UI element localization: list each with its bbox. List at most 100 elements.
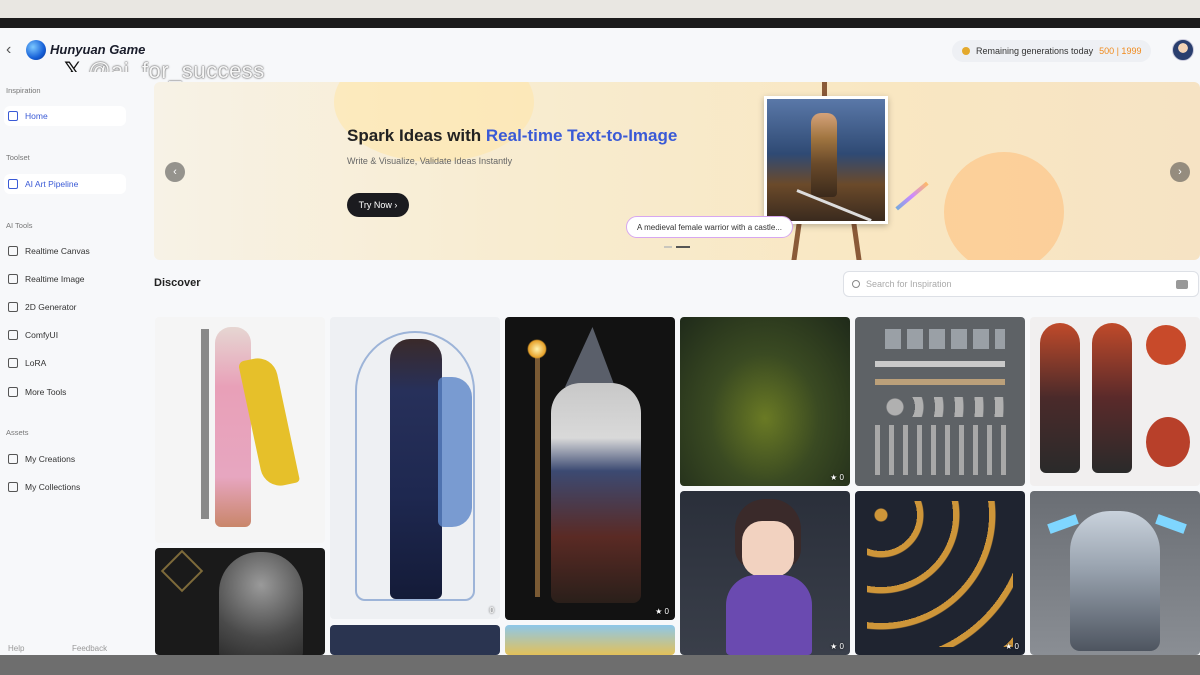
like-count-value: 0 <box>1014 642 1019 651</box>
gallery-card-building[interactable] <box>330 625 500 655</box>
sword-shape <box>201 329 209 519</box>
camera-icon[interactable] <box>1176 280 1188 289</box>
sidebar-item-more-tools[interactable]: More Tools <box>4 382 126 402</box>
like-count-value: 0 <box>489 606 494 615</box>
sidebar-item-label: LoRA <box>25 358 47 368</box>
wizard-hat <box>565 327 615 387</box>
character-head <box>1146 417 1190 467</box>
crystal-shape <box>1155 514 1187 534</box>
gallery-card-forest[interactable]: ★ 0 <box>680 317 850 486</box>
easel-leg <box>851 221 862 260</box>
sidebar-item-label: ComfyUI <box>25 330 59 340</box>
gallery-card-dark-knight[interactable]: 0 <box>330 317 500 619</box>
avatar[interactable] <box>1172 39 1194 61</box>
carousel-dot-active[interactable] <box>676 246 690 248</box>
sidebar: Inspiration Home Toolset AI Art Pipeline… <box>0 72 148 655</box>
sidebar-item-realtime-canvas[interactable]: Realtime Canvas <box>4 241 126 261</box>
carousel-next-button[interactable]: › <box>1170 162 1190 182</box>
app-window: ‹ Hunyuan Game 𝕏@ai_for_success Remainin… <box>0 28 1200 655</box>
gallery-card-fox-girl[interactable] <box>1030 317 1200 486</box>
generations-counter: Remaining generations today 500 | 1999 <box>952 40 1152 62</box>
banner-decoration <box>944 152 1064 260</box>
warrior-artwork <box>767 99 885 222</box>
sidebar-item-label: My Collections <box>25 482 81 492</box>
header: ‹ Hunyuan Game 𝕏@ai_for_success Remainin… <box>0 28 1200 84</box>
section-label-ai-tools: AI Tools <box>6 221 33 230</box>
video-top-border <box>0 18 1200 28</box>
weapon-shape <box>875 361 1005 367</box>
golem-figure <box>1070 511 1160 651</box>
emblem-shape <box>160 549 204 593</box>
stone-blocks <box>885 329 1005 349</box>
sidebar-item-label: Realtime Image <box>25 274 85 284</box>
section-label-inspiration: Inspiration <box>6 86 41 95</box>
knight-helmet <box>219 552 303 655</box>
carousel-prev-button[interactable]: ‹ <box>165 162 185 182</box>
sidebar-item-comfyui[interactable]: ComfyUI <box>4 325 126 345</box>
section-label-assets: Assets <box>6 428 29 437</box>
hero-banner: ‹ Spark Ideas with Real-time Text-to-Ima… <box>154 82 1200 260</box>
like-count: ★ 0 <box>655 607 669 616</box>
carousel-dot[interactable] <box>664 246 672 248</box>
video-bottom-border <box>0 655 1200 675</box>
like-count: ★ 0 <box>830 473 844 482</box>
like-count: ★ 0 <box>830 642 844 651</box>
sidebar-item-label: Home <box>25 111 48 121</box>
sidebar-item-2d-generator[interactable]: 2D Generator <box>4 297 126 317</box>
like-count: ★ 0 <box>1005 642 1019 651</box>
gallery-card-palace[interactable] <box>505 625 675 655</box>
sidebar-item-lora[interactable]: LoRA <box>4 353 126 373</box>
shield-icons <box>885 397 1005 417</box>
glowing-orb <box>527 339 547 359</box>
section-label-toolset: Toolset <box>6 153 30 162</box>
like-count-value: 0 <box>839 473 844 482</box>
easel-artwork <box>764 96 888 224</box>
gallery-card-anime-boy[interactable]: ★ 0 <box>680 491 850 655</box>
chevron-left-icon[interactable]: ‹ <box>6 41 18 59</box>
gallery-card-golem[interactable] <box>1030 491 1200 655</box>
warrior-figure <box>811 113 837 197</box>
like-count: 0 <box>490 606 494 615</box>
knight-figure <box>390 339 442 599</box>
sidebar-item-label: 2D Generator <box>25 302 77 312</box>
wizard-figure <box>551 383 641 603</box>
try-now-button[interactable]: Try Now › <box>347 193 409 217</box>
gallery-card-female-warrior[interactable] <box>155 317 325 543</box>
gallery-card-wizard[interactable]: ★ 0 <box>505 317 675 620</box>
search-icon <box>852 280 860 288</box>
banner-title-highlight: Real-time Text-to-Image <box>485 126 678 145</box>
sidebar-item-label: My Creations <box>25 454 76 464</box>
feedback-link[interactable]: Feedback <box>72 644 107 653</box>
image-icon <box>8 274 18 284</box>
like-count-value: 0 <box>664 607 669 616</box>
banner-decoration <box>334 82 534 162</box>
like-count-value: 0 <box>839 642 844 651</box>
hunyuan-logo-icon <box>26 40 46 60</box>
canvas-icon <box>8 246 18 256</box>
sidebar-item-my-creations[interactable]: My Creations <box>4 449 126 469</box>
comfy-icon <box>8 330 18 340</box>
sidebar-item-label: Realtime Canvas <box>25 246 90 256</box>
prompt-example: A medieval female warrior with a castle.… <box>626 216 793 238</box>
sidebar-item-ai-art-pipeline[interactable]: AI Art Pipeline <box>4 174 126 194</box>
character-figure <box>1040 323 1080 473</box>
gallery-card-gem-icons[interactable]: ★ 0 <box>855 491 1025 655</box>
help-link[interactable]: Help <box>8 644 24 653</box>
sidebar-item-my-collections[interactable]: My Collections <box>4 477 126 497</box>
app-title: Hunyuan Game <box>50 42 146 57</box>
search-input[interactable] <box>866 279 1156 289</box>
discover-heading: Discover <box>154 277 201 289</box>
lora-icon <box>8 358 18 368</box>
gallery-card-knight[interactable] <box>155 548 325 655</box>
creations-icon <box>8 454 18 464</box>
sidebar-item-realtime-image[interactable]: Realtime Image <box>4 269 126 289</box>
home-icon <box>8 111 18 121</box>
gallery-card-weapons[interactable] <box>855 317 1025 486</box>
character-figure <box>1092 323 1132 473</box>
carousel-dots <box>664 246 690 248</box>
sidebar-item-home[interactable]: Home <box>4 106 126 126</box>
gem-icons <box>867 501 1013 647</box>
weapon-shape <box>875 379 1005 385</box>
search-bar <box>843 271 1199 297</box>
collections-icon <box>8 482 18 492</box>
